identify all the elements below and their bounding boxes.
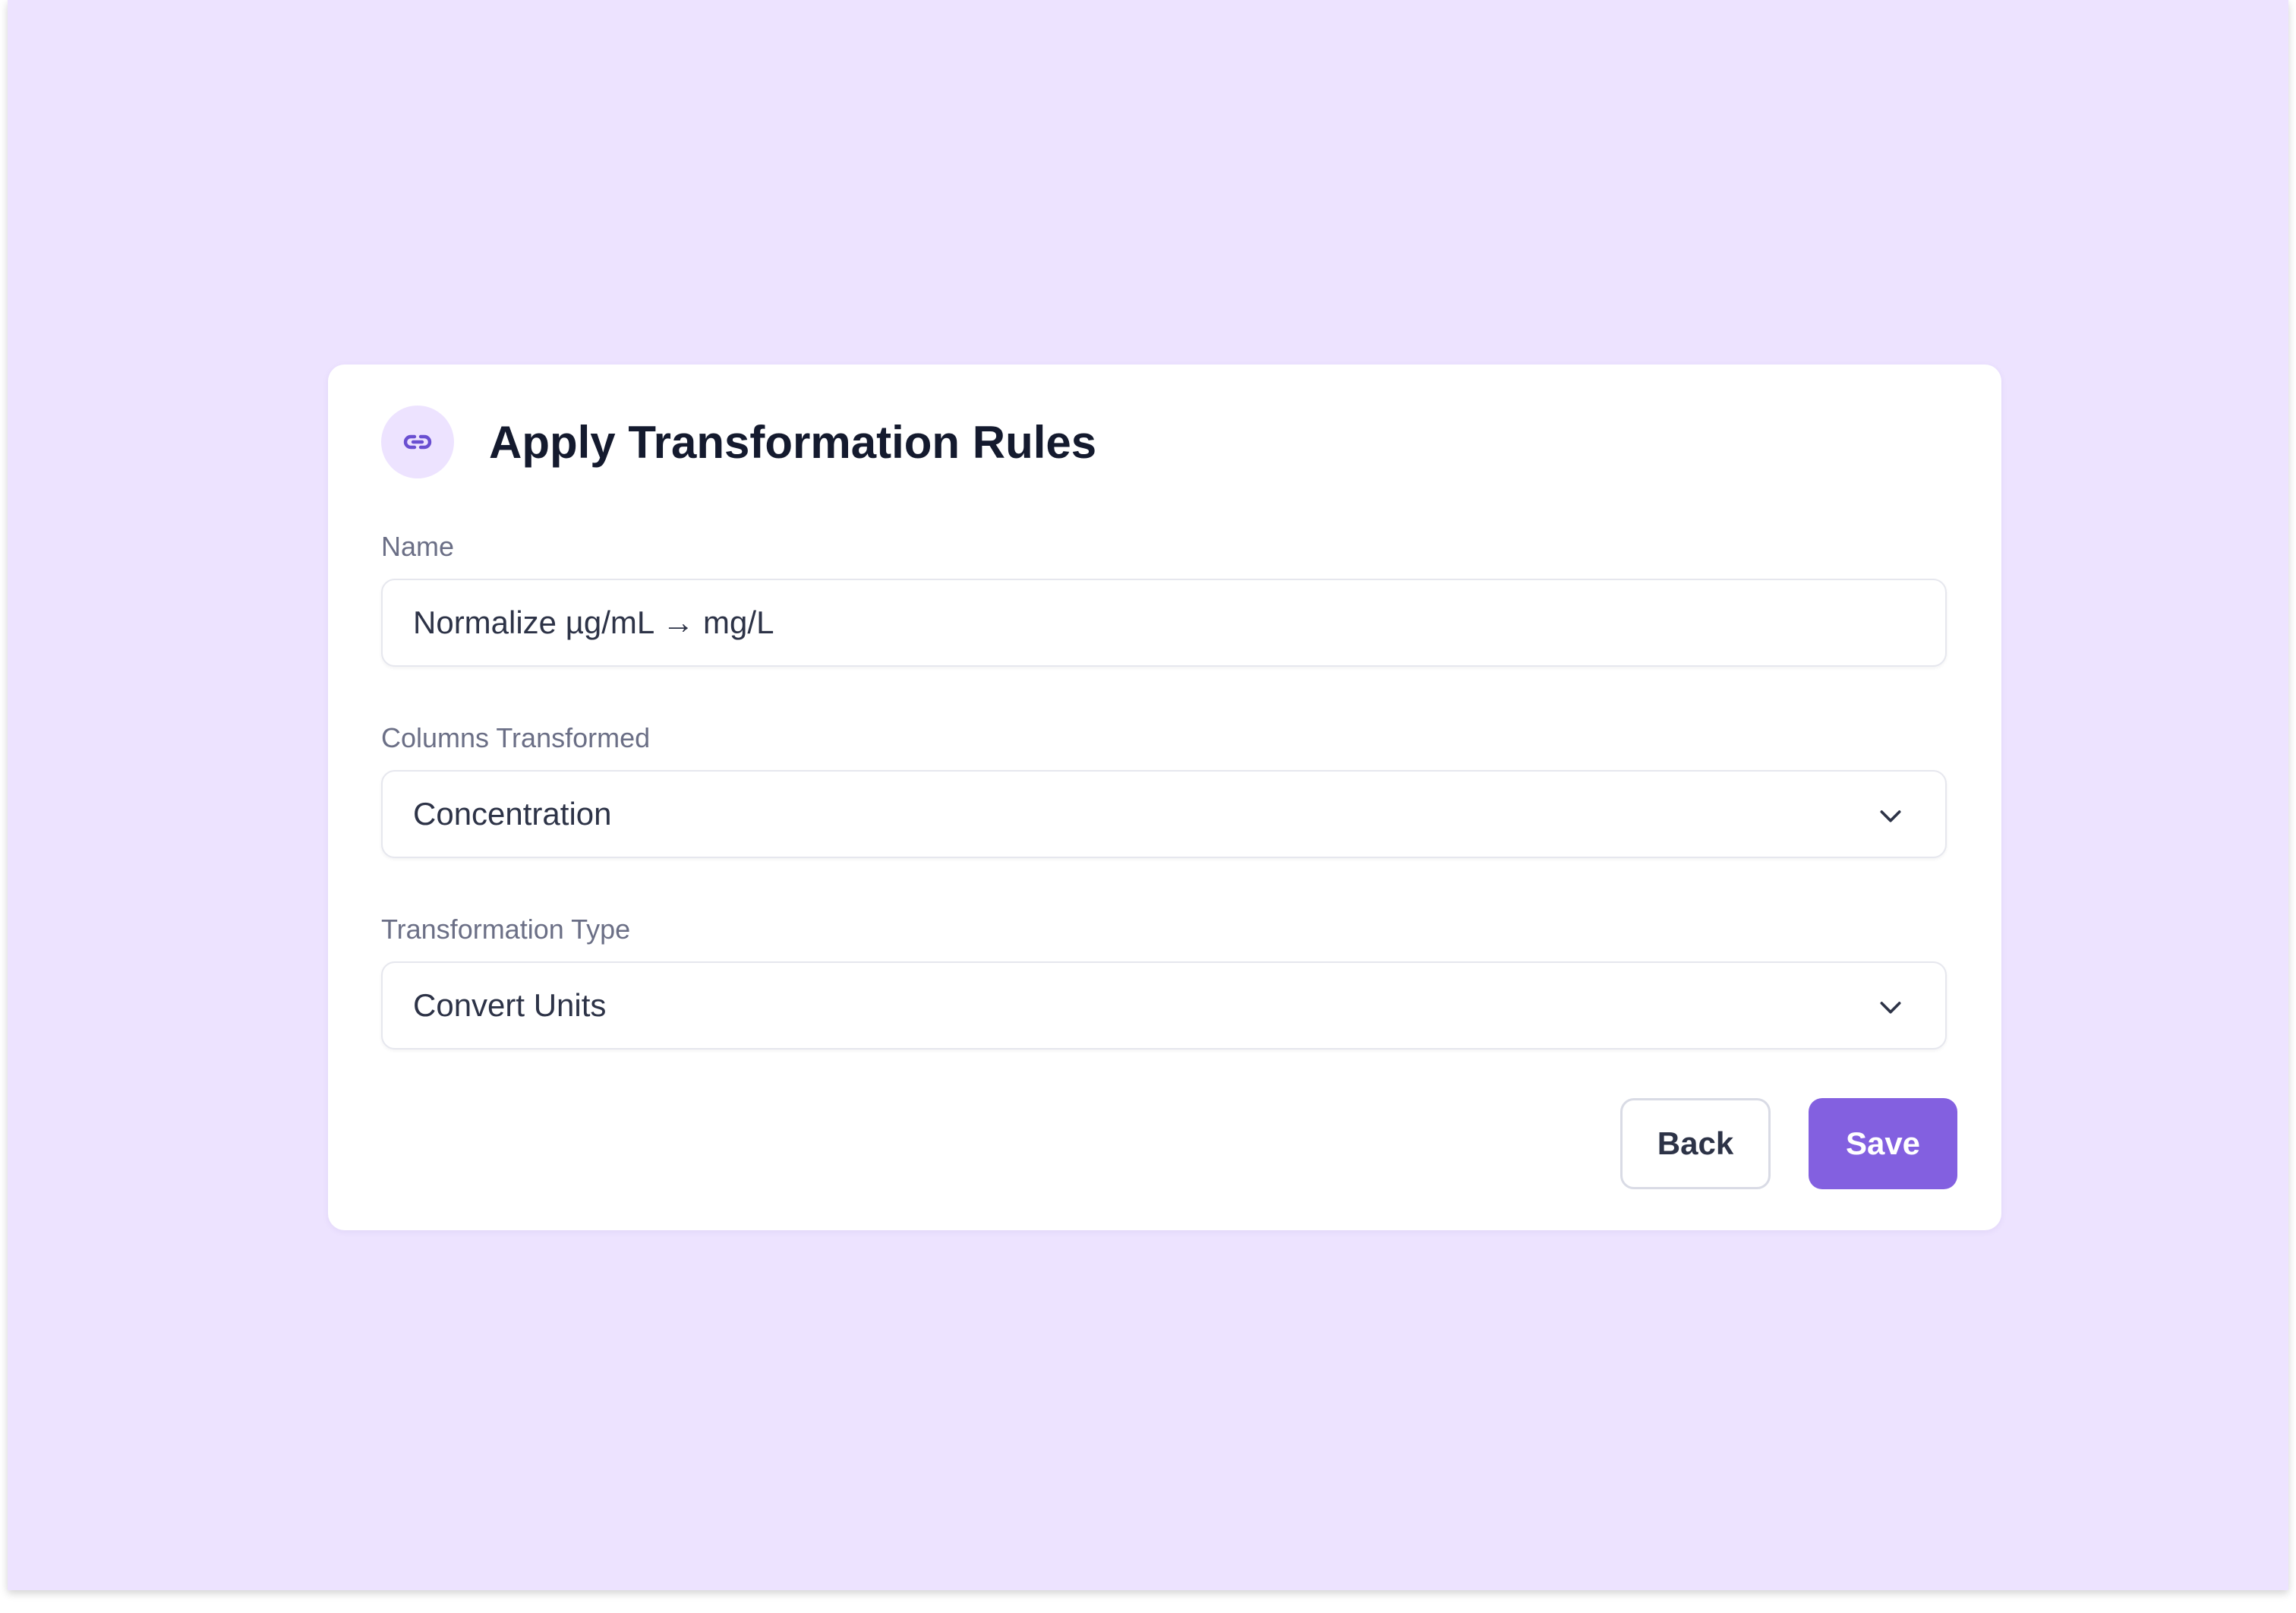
name-label: Name xyxy=(381,531,455,562)
link-icon xyxy=(403,434,432,450)
chevron-down-icon xyxy=(1880,1002,1901,1014)
dialog-title: Apply Transformation Rules xyxy=(489,417,1097,468)
columns-transformed-select[interactable]: Concentration xyxy=(381,770,1947,858)
name-field[interactable]: Normalize µg/mL → mg/L xyxy=(381,579,1947,667)
columns-transformed-value: Concentration xyxy=(413,796,612,832)
transformation-type-select[interactable]: Convert Units xyxy=(381,961,1947,1050)
chevron-down-icon xyxy=(1880,810,1901,822)
transformation-dialog: Apply Transformation Rules Name Normaliz… xyxy=(328,365,2001,1230)
page-background: Apply Transformation Rules Name Normaliz… xyxy=(8,0,2288,1590)
header-icon-badge xyxy=(381,406,454,478)
name-field-value: Normalize µg/mL → mg/L xyxy=(413,604,774,640)
transformation-type-value: Convert Units xyxy=(413,987,607,1023)
back-button[interactable]: Back xyxy=(1620,1098,1771,1189)
transformation-type-label: Transformation Type xyxy=(381,914,631,945)
columns-transformed-label: Columns Transformed xyxy=(381,722,651,753)
save-button[interactable]: Save xyxy=(1809,1098,1957,1189)
